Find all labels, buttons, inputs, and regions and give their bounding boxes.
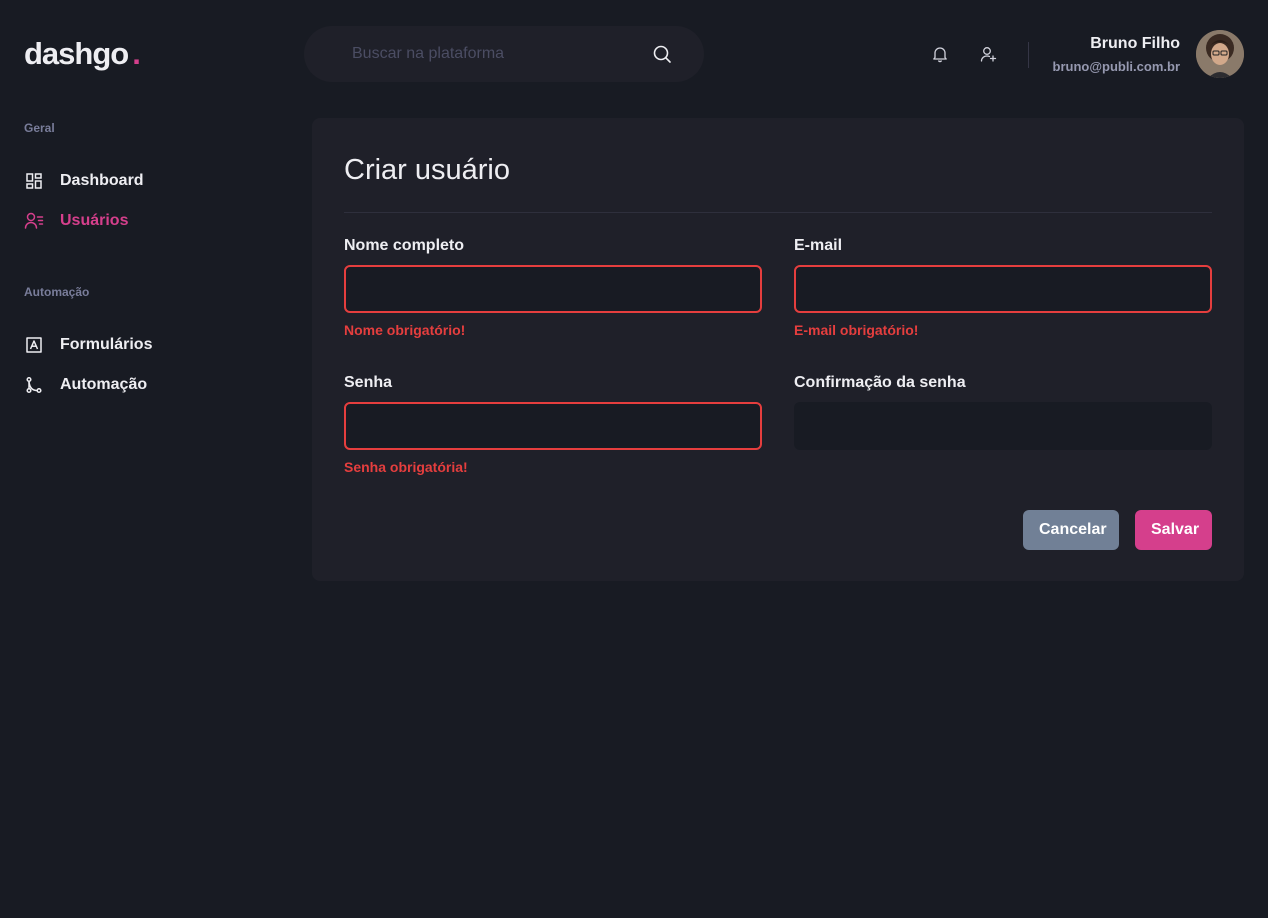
sidebar-item-forms[interactable]: Formulários bbox=[24, 333, 152, 357]
password-field[interactable] bbox=[344, 402, 762, 450]
title-divider bbox=[344, 212, 1212, 213]
password-confirmation-field-group: Confirmação da senha bbox=[794, 374, 1212, 450]
password-label: Senha bbox=[344, 374, 393, 391]
name-field-group: Nome completo Nome obrigatório! bbox=[344, 237, 762, 338]
cancel-button[interactable]: Cancelar bbox=[1023, 510, 1119, 550]
search-box[interactable] bbox=[304, 26, 704, 82]
email-field[interactable] bbox=[794, 265, 1212, 313]
name-field[interactable] bbox=[344, 265, 762, 313]
page-title: Criar usuário bbox=[344, 154, 510, 186]
sidebar-item-label: Dashboard bbox=[60, 172, 144, 189]
header-divider bbox=[1028, 42, 1029, 68]
sidebar-item-dashboard[interactable]: Dashboard bbox=[24, 169, 144, 193]
bell-icon[interactable] bbox=[930, 44, 950, 64]
sidebar-item-users[interactable]: Usuários bbox=[24, 209, 128, 233]
search-icon[interactable] bbox=[652, 44, 672, 64]
profile-email: bruno@publi.com.br bbox=[1052, 59, 1181, 74]
profile-name: Bruno Filho bbox=[1090, 35, 1180, 52]
sidebar-item-label: Usuários bbox=[60, 212, 129, 229]
logo-text: dashgo bbox=[24, 36, 129, 71]
email-error: E-mail obrigatório! bbox=[794, 322, 919, 338]
password-field-group: Senha Senha obrigatória! bbox=[344, 374, 762, 475]
logo: dashgo. bbox=[24, 36, 141, 72]
sidebar-item-label: Formulários bbox=[60, 336, 153, 353]
save-button[interactable]: Salvar bbox=[1135, 510, 1212, 550]
logo-dot: . bbox=[132, 36, 141, 71]
email-field-group: E-mail E-mail obrigatório! bbox=[794, 237, 1212, 338]
sidebar-section-title: Geral bbox=[24, 121, 55, 135]
password-confirmation-field[interactable] bbox=[794, 402, 1212, 450]
name-label: Nome completo bbox=[344, 237, 465, 254]
dashboard-icon bbox=[24, 171, 44, 191]
git-merge-icon bbox=[24, 375, 44, 395]
avatar[interactable] bbox=[1196, 30, 1244, 78]
user-add-icon[interactable] bbox=[978, 44, 998, 64]
form-icon bbox=[24, 335, 44, 355]
sidebar-section-title: Automação bbox=[24, 285, 90, 299]
sidebar-item-automation[interactable]: Automação bbox=[24, 373, 147, 397]
search-input[interactable] bbox=[352, 45, 652, 63]
create-user-card: Criar usuário Nome completo Nome obrigat… bbox=[312, 118, 1244, 581]
password-error: Senha obrigatória! bbox=[344, 459, 468, 475]
password-confirmation-label: Confirmação da senha bbox=[794, 374, 966, 391]
users-icon bbox=[24, 211, 44, 231]
email-label: E-mail bbox=[794, 237, 843, 254]
name-error: Nome obrigatório! bbox=[344, 322, 466, 338]
sidebar-item-label: Automação bbox=[60, 376, 148, 393]
